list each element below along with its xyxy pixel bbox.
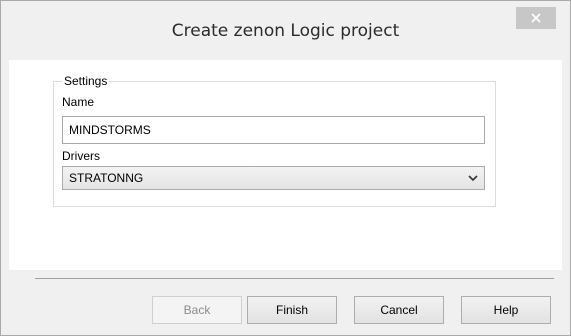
close-button[interactable] [516, 7, 556, 29]
back-button[interactable]: Back [152, 296, 242, 324]
finish-button[interactable]: Finish [247, 296, 337, 324]
settings-groupbox: Settings Name MINDSTORMS Drivers STRATON… [53, 74, 496, 207]
dialog-title: Create zenon Logic project [171, 21, 400, 41]
button-divider [35, 278, 554, 279]
drivers-label: Drivers [62, 149, 100, 163]
drivers-selected-value: STRATONNG [69, 171, 144, 185]
chevron-down-icon [468, 175, 478, 182]
create-project-dialog: Create zenon Logic project Settings Name… [0, 0, 571, 336]
title-bar[interactable]: Create zenon Logic project [1, 1, 570, 60]
name-label: Name [62, 95, 95, 109]
name-input[interactable]: MINDSTORMS [62, 116, 485, 144]
dialog-content: Settings Name MINDSTORMS Drivers STRATON… [9, 60, 562, 270]
settings-group-label: Settings [62, 74, 110, 88]
close-icon [531, 13, 541, 23]
help-button[interactable]: Help [461, 296, 551, 324]
drivers-select[interactable]: STRATONNG [62, 166, 485, 190]
cancel-button[interactable]: Cancel [354, 296, 444, 324]
